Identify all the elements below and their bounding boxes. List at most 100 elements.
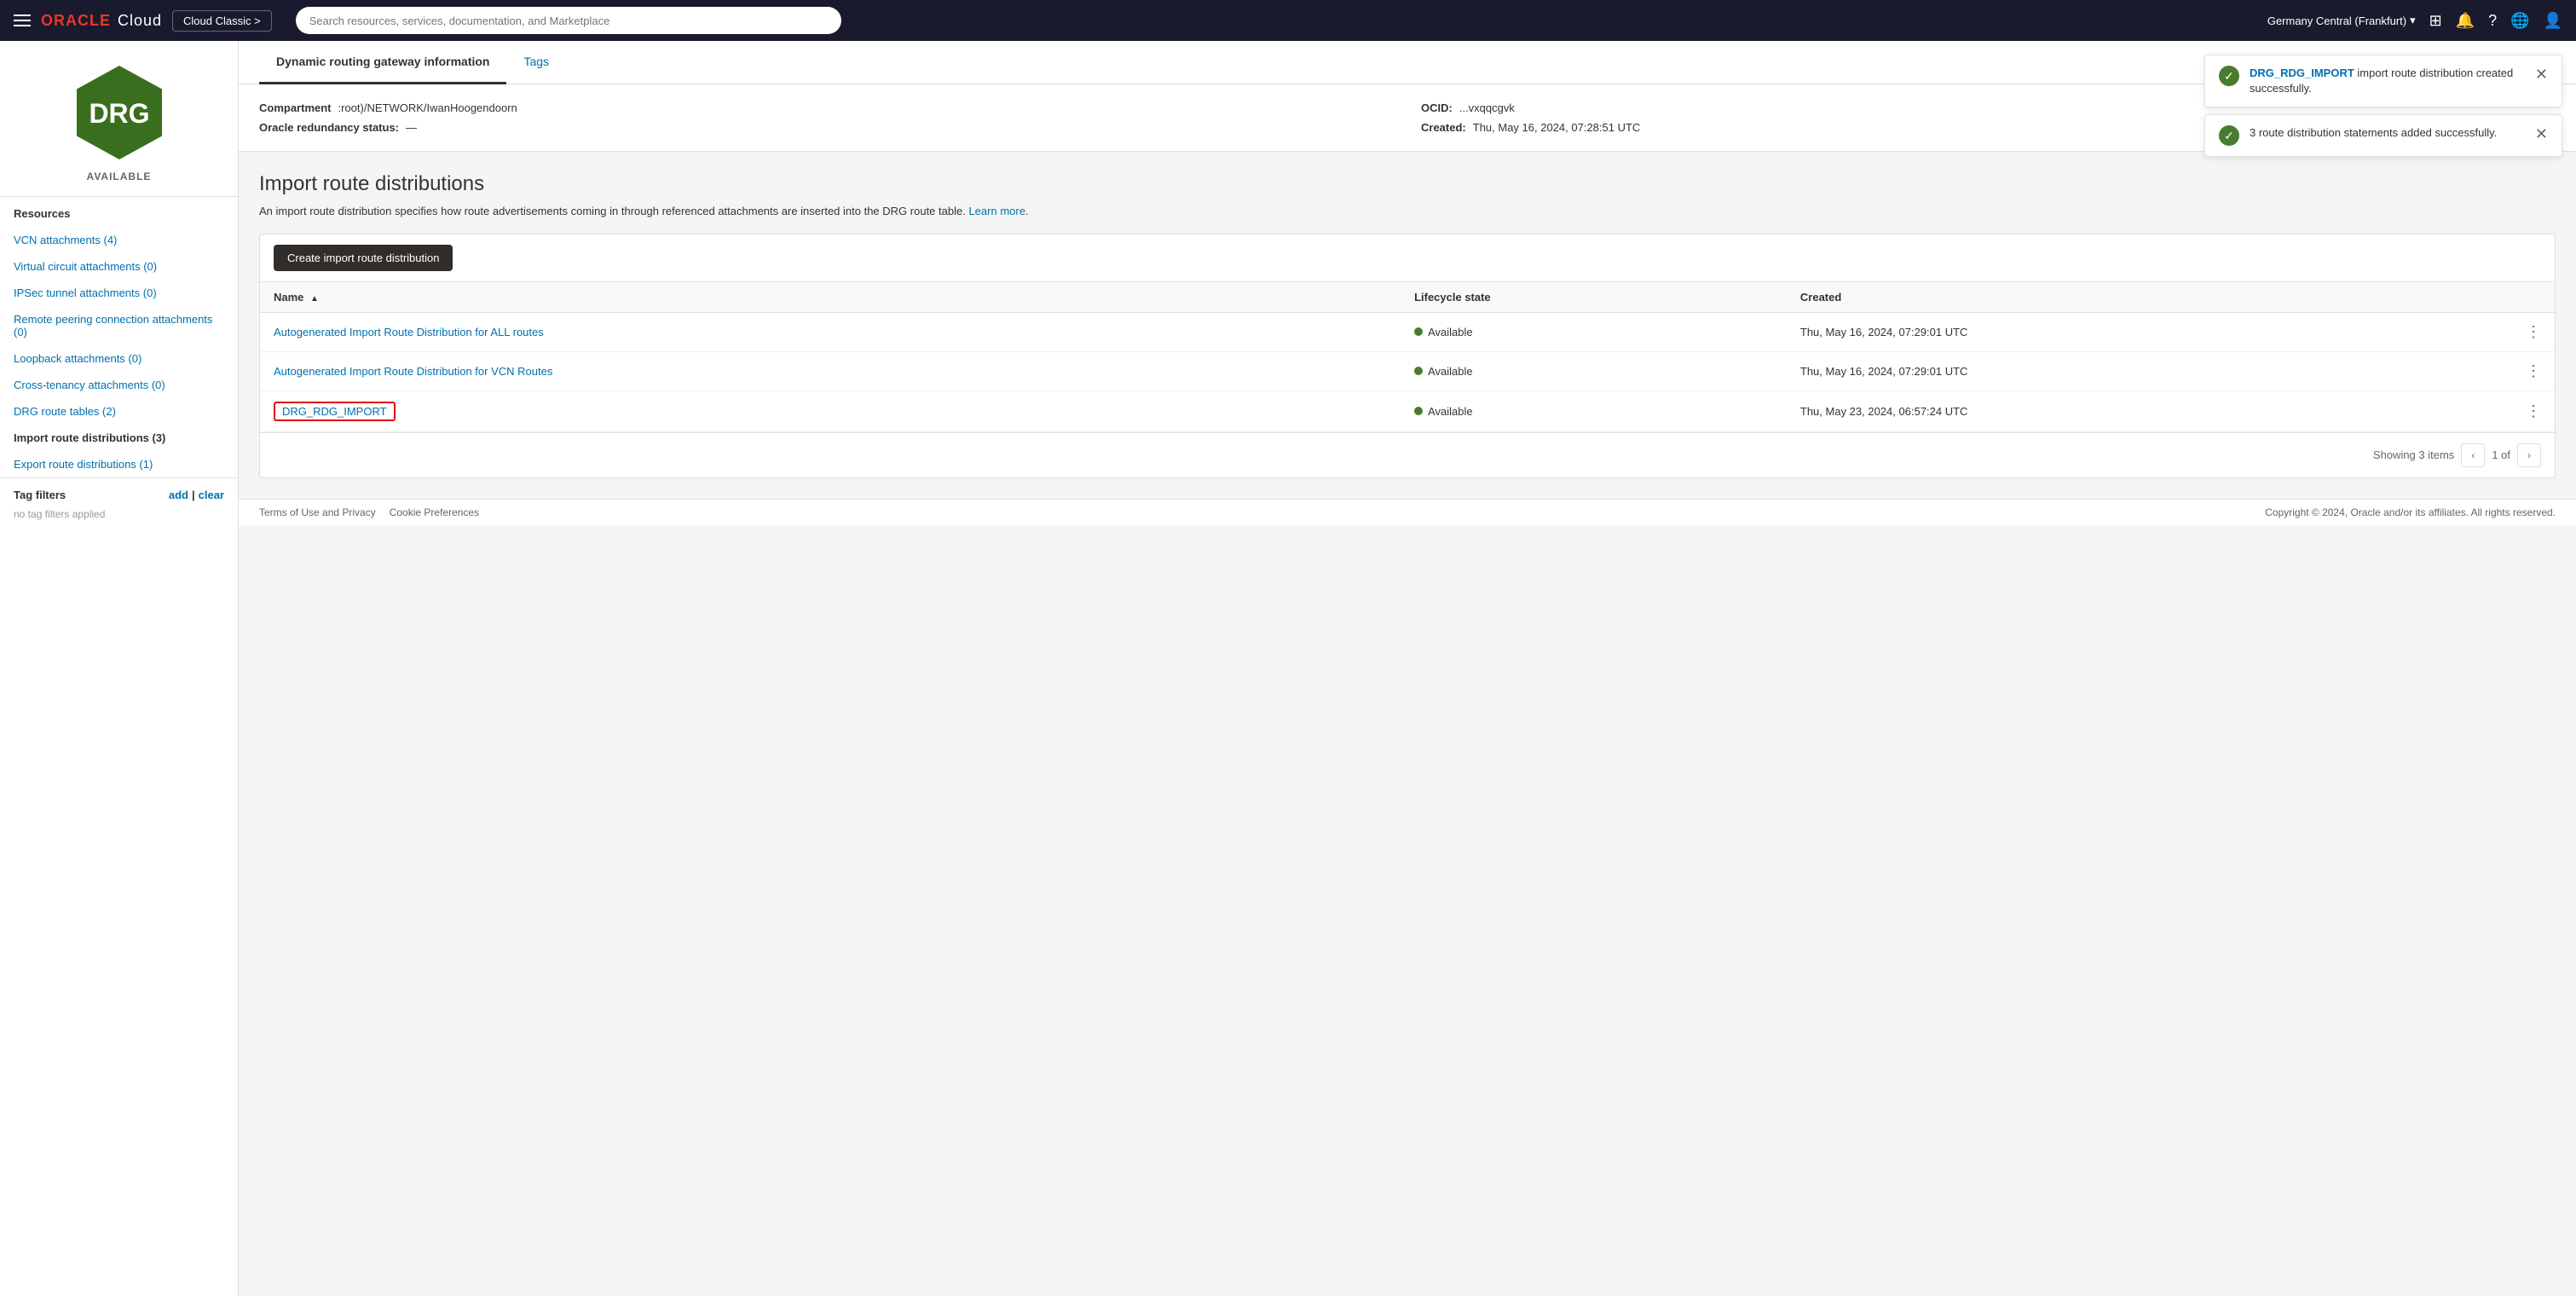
sort-asc-icon: ▲: [310, 294, 319, 304]
row1-state: Available: [1401, 312, 1787, 351]
copyright-text: Copyright © 2024, Oracle and/or its affi…: [2265, 506, 2556, 518]
row1-actions: ⋮: [2512, 312, 2555, 351]
table-row: Autogenerated Import Route Distribution …: [260, 351, 2555, 391]
notif1-link[interactable]: DRG_RDG_IMPORT: [2250, 67, 2354, 79]
globe-icon[interactable]: 🌐: [2510, 12, 2529, 30]
sidebar-item-vcn-attachments[interactable]: VCN attachments (4): [0, 227, 238, 253]
search-input[interactable]: [296, 7, 841, 34]
col-created: Created: [1787, 282, 2512, 313]
created-value: Thu, May 16, 2024, 07:28:51 UTC: [1473, 121, 1641, 134]
cloud-classic-button[interactable]: Cloud Classic >: [172, 10, 272, 32]
tab-drg-info[interactable]: Dynamic routing gateway information: [259, 41, 506, 84]
cookie-link[interactable]: Cookie Preferences: [390, 506, 479, 518]
row3-name-link[interactable]: DRG_RDG_IMPORT: [282, 405, 387, 418]
table-controls: Create import route distribution Name ▲ …: [259, 234, 2556, 478]
compartment-value: :root)/NETWORK/IwanHoogendoorn: [338, 101, 517, 114]
oracle-brand: ORACLE Cloud: [41, 12, 162, 30]
help-icon[interactable]: ?: [2488, 12, 2497, 30]
notif2-close-icon[interactable]: ✕: [2535, 125, 2548, 143]
tag-add-link[interactable]: add: [169, 489, 188, 501]
row2-name-link[interactable]: Autogenerated Import Route Distribution …: [274, 365, 552, 378]
sidebar-item-cross-tenancy[interactable]: Cross-tenancy attachments (0): [0, 372, 238, 398]
prev-page-button[interactable]: ‹: [2461, 443, 2485, 467]
row2-state: Available: [1401, 351, 1787, 391]
app-layout: DRG AVAILABLE Resources VCN attachments …: [0, 41, 2576, 1296]
region-selector[interactable]: Germany Central (Frankfurt) ▾: [2267, 14, 2416, 27]
sidebar-item-ipsec[interactable]: IPSec tunnel attachments (0): [0, 280, 238, 306]
tag-filter-actions: add | clear: [169, 489, 224, 501]
next-page-button[interactable]: ›: [2517, 443, 2541, 467]
sidebar-item-virtual-circuit[interactable]: Virtual circuit attachments (0): [0, 253, 238, 280]
sidebar-item-remote-peering[interactable]: Remote peering connection attachments (0…: [0, 306, 238, 345]
success-icon-1: ✓: [2219, 66, 2239, 86]
created-label: Created:: [1421, 121, 1466, 134]
status-dot-1: [1414, 327, 1423, 336]
table-footer: Showing 3 items ‹ 1 of ›: [260, 432, 2555, 477]
sidebar-item-import-distributions[interactable]: Import route distributions (3): [0, 425, 238, 451]
search-bar: [296, 7, 841, 34]
ocid-value: ...vxqqcgvk: [1459, 101, 1515, 114]
tab-tags[interactable]: Tags: [506, 41, 566, 84]
table-body: Autogenerated Import Route Distribution …: [260, 312, 2555, 431]
row1-created: Thu, May 16, 2024, 07:29:01 UTC: [1787, 312, 2512, 351]
region-label: Germany Central (Frankfurt): [2267, 14, 2406, 27]
user-icon[interactable]: 👤: [2544, 12, 2562, 30]
ocid-label: OCID:: [1421, 101, 1453, 114]
tag-divider: |: [192, 489, 195, 501]
row2-actions: ⋮: [2512, 351, 2555, 391]
main-content: Import route distributions An import rou…: [239, 152, 2576, 499]
terms-link[interactable]: Terms of Use and Privacy: [259, 506, 376, 518]
notification-2-content: 3 route distribution statements added su…: [2250, 125, 2525, 141]
notification-1-content: DRG_RDG_IMPORT import route distribution…: [2250, 66, 2525, 96]
import-distributions-table: Name ▲ Lifecycle state Created Autogener…: [260, 282, 2555, 432]
row3-actions-menu[interactable]: ⋮: [2526, 402, 2541, 419]
notif2-message: 3 route distribution statements added su…: [2250, 126, 2497, 139]
row2-state-label: Available: [1428, 365, 1473, 378]
row1-name: Autogenerated Import Route Distribution …: [260, 312, 1401, 351]
create-import-route-button[interactable]: Create import route distribution: [274, 245, 453, 271]
section-description: An import route distribution specifies h…: [259, 203, 2556, 220]
sidebar: DRG AVAILABLE Resources VCN attachments …: [0, 41, 239, 1296]
navbar-right: Germany Central (Frankfurt) ▾ ⊞ 🔔 ? 🌐 👤: [2267, 12, 2562, 30]
sidebar-item-export-distributions[interactable]: Export route distributions (1): [0, 451, 238, 477]
tag-filters-section: Tag filters add | clear no tag filters a…: [0, 477, 238, 530]
notif1-close-icon[interactable]: ✕: [2535, 66, 2548, 84]
col-name[interactable]: Name ▲: [260, 282, 1401, 313]
console-icon[interactable]: ⊞: [2429, 12, 2442, 30]
notifications-container: ✓ DRG_RDG_IMPORT import route distributi…: [2204, 55, 2562, 157]
chevron-down-icon: ▾: [2410, 14, 2416, 27]
sidebar-item-loopback[interactable]: Loopback attachments (0): [0, 345, 238, 372]
showing-items-label: Showing 3 items: [2373, 448, 2454, 461]
tag-clear-link[interactable]: clear: [199, 489, 224, 501]
svg-text:DRG: DRG: [89, 98, 149, 129]
table-row: Autogenerated Import Route Distribution …: [260, 312, 2555, 351]
col-actions: [2512, 282, 2555, 313]
table-row: DRG_RDG_IMPORT Available Thu, May 23, 20…: [260, 391, 2555, 431]
footer-links: Terms of Use and Privacy Cookie Preferen…: [259, 506, 479, 518]
row3-created: Thu, May 23, 2024, 06:57:24 UTC: [1787, 391, 2512, 431]
sidebar-item-drg-route-tables[interactable]: DRG route tables (2): [0, 398, 238, 425]
bell-icon[interactable]: 🔔: [2456, 12, 2475, 30]
drg-logo-section: DRG AVAILABLE: [0, 41, 238, 196]
row3-actions: ⋮: [2512, 391, 2555, 431]
tag-filters-label: Tag filters: [14, 489, 66, 501]
status-dot-3: [1414, 407, 1423, 415]
redundancy-row: Oracle redundancy status: —: [259, 121, 1394, 134]
hamburger-menu[interactable]: [14, 14, 31, 26]
row2-actions-menu[interactable]: ⋮: [2526, 362, 2541, 379]
compartment-row: Compartment :root)/NETWORK/IwanHoogendoo…: [259, 101, 1394, 114]
drg-hexagon: DRG: [68, 61, 170, 164]
compartment-label: Compartment: [259, 101, 332, 114]
no-filters-label: no tag filters applied: [14, 508, 224, 520]
notification-1: ✓ DRG_RDG_IMPORT import route distributi…: [2204, 55, 2562, 107]
learn-more-link[interactable]: Learn more: [968, 205, 1025, 217]
redundancy-value: —: [406, 121, 417, 134]
row1-name-link[interactable]: Autogenerated Import Route Distribution …: [274, 326, 544, 338]
row2-created: Thu, May 16, 2024, 07:29:01 UTC: [1787, 351, 2512, 391]
col-lifecycle-state: Lifecycle state: [1401, 282, 1787, 313]
row3-name-highlighted: DRG_RDG_IMPORT: [274, 402, 396, 421]
row1-actions-menu[interactable]: ⋮: [2526, 323, 2541, 340]
drg-status-label: AVAILABLE: [87, 171, 152, 182]
table-header: Name ▲ Lifecycle state Created: [260, 282, 2555, 313]
content-area: ✓ DRG_RDG_IMPORT import route distributi…: [239, 41, 2576, 1296]
